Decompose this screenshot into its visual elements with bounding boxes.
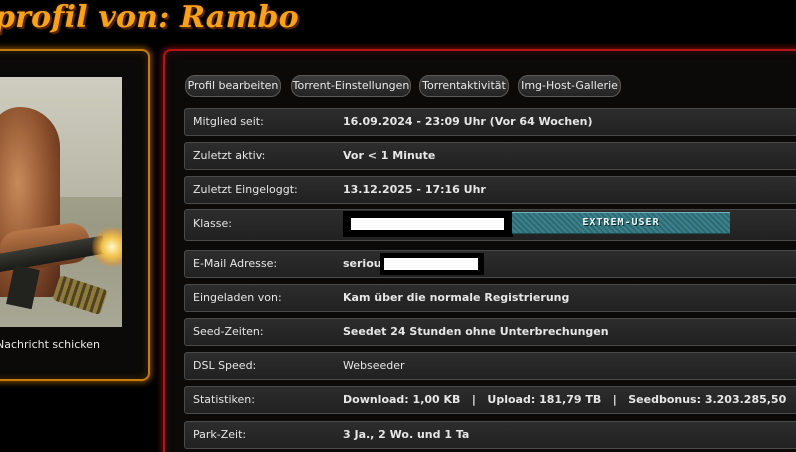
row-last-active: Zuletzt aktiv: Vor < 1 Minute	[184, 142, 796, 170]
park-time-value: 3 Ja., 2 Wo. und 1 Ta	[343, 428, 470, 441]
invited-by-label: Eingeladen von:	[193, 291, 282, 304]
profile-page: profil von: Rambo Nachricht schicken Pro…	[0, 0, 796, 452]
seed-times-label: Seed-Zeiten:	[193, 325, 264, 338]
dsl-speed-value: Webseeder	[343, 359, 405, 372]
user-class-banner: EXTREM-USER	[512, 212, 730, 234]
invited-by-value: Kam über die normale Registrierung	[343, 291, 570, 304]
row-invited-by: Eingeladen von: Kam über die normale Reg…	[184, 284, 796, 312]
statistics-value: Download: 1,00 KB | Upload: 181,79 TB | …	[343, 393, 787, 406]
page-title: profil von: Rambo	[0, 0, 299, 35]
seed-times-value: Seedet 24 Stunden ohne Unterbrechungen	[343, 325, 609, 338]
last-active-value: Vor < 1 Minute	[343, 149, 436, 162]
row-dsl-speed: DSL Speed: Webseeder	[184, 352, 796, 380]
member-since-value: 16.09.2024 - 23:09 Uhr (Vor 64 Wochen)	[343, 115, 593, 128]
tab-img-host-gallery[interactable]: Img-Host-Gallerie	[518, 75, 621, 97]
row-park-time: Park-Zeit: 3 Ja., 2 Wo. und 1 Ta	[184, 421, 796, 449]
avatar-ammo-belt	[52, 274, 108, 316]
statistics-label: Statistiken:	[193, 393, 255, 406]
user-class-text: EXTREM-USER	[582, 217, 660, 228]
park-time-label: Park-Zeit:	[193, 428, 247, 441]
class-label: Klasse:	[193, 217, 232, 230]
last-login-label: Zuletzt Eingeloggt:	[193, 183, 298, 196]
member-since-label: Mitglied seit:	[193, 115, 264, 128]
row-email: E-Mail Adresse: serious	[184, 250, 796, 278]
email-redaction-bar	[384, 258, 478, 270]
row-statistics: Statistiken: Download: 1,00 KB | Upload:…	[184, 386, 796, 414]
tab-edit-profile[interactable]: Profil bearbeiten	[185, 75, 281, 97]
avatar-muzzle-flash	[92, 227, 122, 267]
send-message-link[interactable]: Nachricht schicken	[0, 338, 100, 351]
avatar	[0, 77, 122, 327]
email-label: E-Mail Adresse:	[193, 257, 278, 270]
last-active-label: Zuletzt aktiv:	[193, 149, 266, 162]
last-login-value: 13.12.2025 - 17:16 Uhr	[343, 183, 486, 196]
redaction-bar	[351, 218, 504, 230]
row-member-since: Mitglied seit: 16.09.2024 - 23:09 Uhr (V…	[184, 108, 796, 136]
tab-torrent-activity[interactable]: Torrentaktivität	[419, 75, 509, 97]
dsl-speed-label: DSL Speed:	[193, 359, 257, 372]
row-seed-times: Seed-Zeiten: Seedet 24 Stunden ohne Unte…	[184, 318, 796, 346]
tab-torrent-settings[interactable]: Torrent-Einstellungen	[291, 75, 411, 97]
row-last-login: Zuletzt Eingeloggt: 13.12.2025 - 17:16 U…	[184, 176, 796, 204]
